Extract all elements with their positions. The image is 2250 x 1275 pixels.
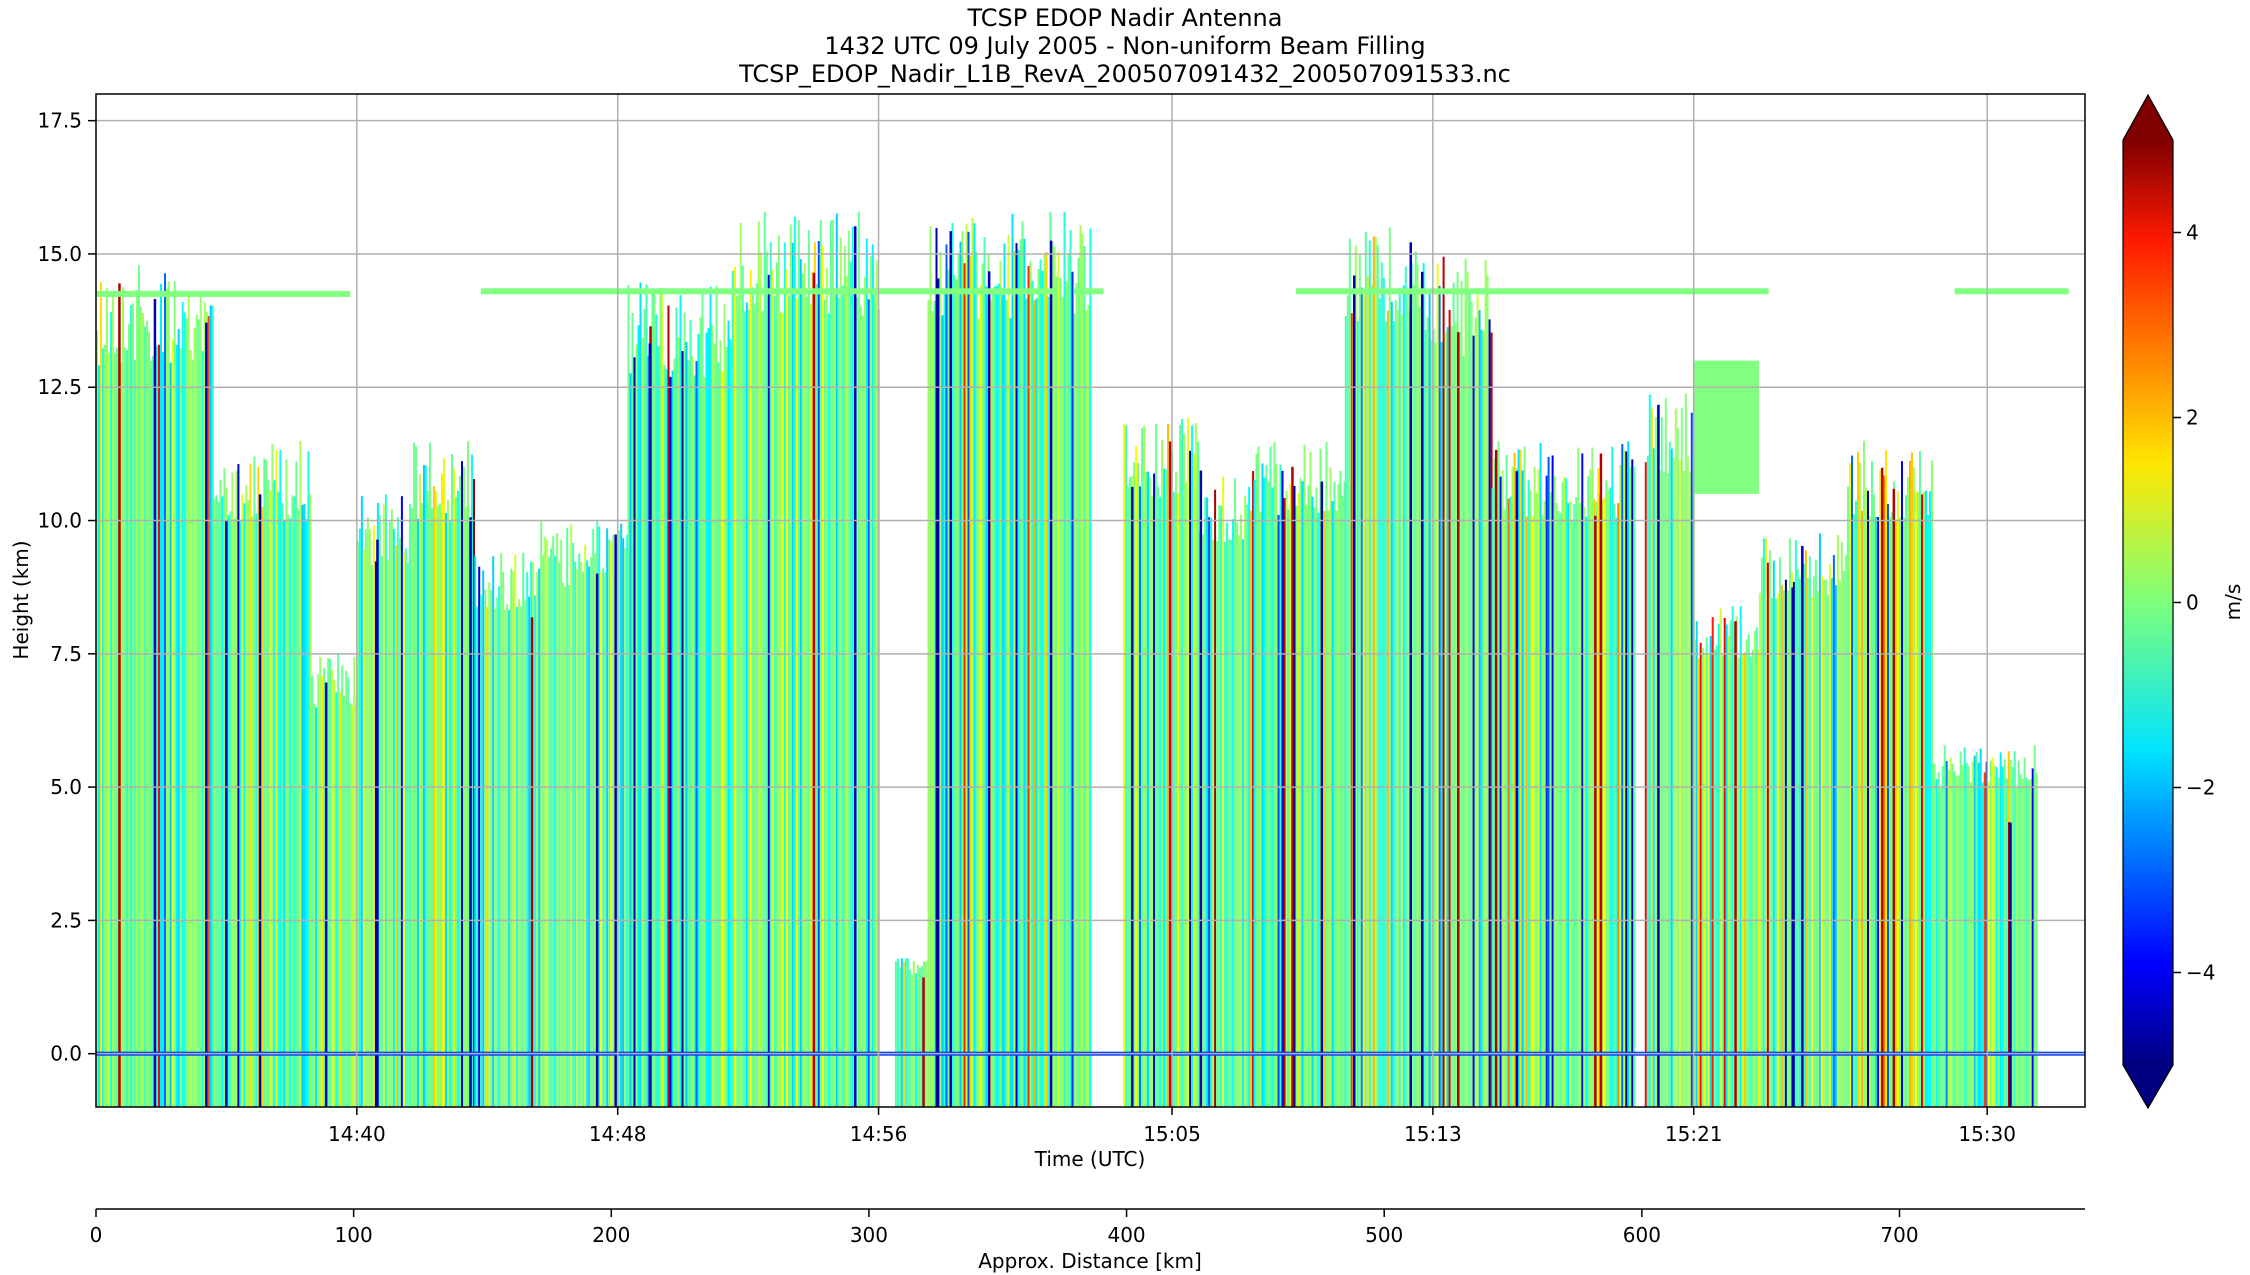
distance-tick-label: 200 (592, 1223, 630, 1247)
distance-axis-label: Approx. Distance [km] (978, 1249, 1202, 1273)
colorbar-tick-label: 2 (2186, 406, 2199, 430)
x-tick-label: 14:48 (589, 1122, 647, 1146)
y-tick-label: 15.0 (37, 242, 82, 266)
anvil-layer (1074, 288, 1104, 295)
distance-axis: 0 100 200 300 400 500 600 700 (90, 1208, 2085, 1247)
echo-column (1563, 441, 1636, 1107)
colorbar-gradient (2123, 140, 2173, 1065)
colorbar-max-extension (2123, 95, 2173, 140)
colorbar-label: m/s (2221, 584, 2245, 621)
y-tick-label: 7.5 (50, 642, 82, 666)
y-tick-label: 10.0 (37, 509, 82, 533)
echo-layer (96, 211, 2085, 1107)
y-tick-label: 17.5 (37, 109, 82, 133)
distance-tick-label: 600 (1623, 1223, 1661, 1247)
anvil-layer (1295, 288, 1769, 295)
echo-column (167, 281, 214, 1107)
colorbar-min-extension (2123, 1065, 2173, 1108)
anvil-layer (96, 290, 351, 297)
y-axis-label: Height (km) (9, 540, 33, 659)
echo-column (1344, 227, 1417, 1107)
y-axis: 0.0 2.5 5.0 7.5 10.0 12.5 15.0 17.5 (37, 109, 96, 1066)
x-axis: 14:40 14:48 14:56 15:05 15:13 15:21 15:30 (328, 1107, 2016, 1146)
echo-column (1847, 440, 1933, 1107)
echo-column (1758, 533, 1849, 1107)
y-tick-label: 0.0 (50, 1042, 82, 1066)
anvil-layer (1954, 288, 2069, 295)
colorbar-tick-label: −4 (2186, 961, 2215, 985)
cirrus-patch (1693, 360, 1759, 494)
colorbar: −4 −2 0 2 4 m/s (2122, 93, 2245, 1110)
anvil-layer (480, 288, 1058, 295)
chart-figure: TCSP EDOP Nadir Antenna 1432 UTC 09 July… (0, 0, 2250, 1275)
echo-column (536, 520, 629, 1107)
chart-file-name: TCSP_EDOP_Nadir_L1B_RevA_200507091432_20… (739, 60, 1511, 88)
echo-column (1693, 605, 1760, 1107)
y-tick-label: 12.5 (37, 375, 82, 399)
echo-column (409, 441, 475, 1107)
colorbar-tick-label: 4 (2186, 221, 2199, 245)
x-tick-label: 14:40 (328, 1122, 386, 1146)
echo-column (311, 654, 358, 1107)
chart-subtitle: 1432 UTC 09 July 2005 - Non-uniform Beam… (824, 32, 1426, 60)
x-axis-label: Time (UTC) (1034, 1147, 1146, 1171)
echo-column (1123, 417, 1200, 1107)
echo-column (731, 211, 880, 1107)
y-tick-label: 5.0 (50, 775, 82, 799)
colorbar-tick-label: 0 (2186, 591, 2199, 615)
echo-column (474, 552, 537, 1107)
x-tick-label: 15:05 (1143, 1122, 1201, 1146)
x-tick-label: 15:21 (1665, 1122, 1723, 1146)
x-tick-label: 15:13 (1404, 1122, 1462, 1146)
echo-column (1491, 441, 1564, 1107)
distance-tick-label: 500 (1365, 1223, 1403, 1247)
colorbar-tick-label: −2 (2186, 776, 2215, 800)
echo-column (1931, 745, 2038, 1107)
echo-column (927, 211, 1092, 1107)
y-tick-label: 2.5 (50, 908, 82, 932)
x-tick-label: 15:30 (1958, 1122, 2016, 1146)
echo-column (1253, 441, 1346, 1107)
echo-column (894, 958, 929, 1107)
chart-title: TCSP EDOP Nadir Antenna (967, 4, 1283, 32)
echo-column (627, 282, 734, 1107)
chart-svg: 0.02.55.07.510.012.515.017.5 14:40 14:48 1… (9, 93, 2245, 1273)
distance-tick-label: 400 (1107, 1223, 1145, 1247)
echo-column (96, 265, 168, 1107)
echo-column (1198, 470, 1255, 1107)
distance-tick-label: 0 (90, 1223, 103, 1247)
distance-tick-label: 100 (335, 1223, 373, 1247)
distance-tick-label: 300 (850, 1223, 888, 1247)
distance-tick-label: 700 (1880, 1223, 1918, 1247)
x-tick-label: 14:56 (850, 1122, 908, 1146)
echo-column (1416, 256, 1493, 1107)
echo-column (213, 440, 312, 1107)
echo-column (1644, 393, 1695, 1107)
